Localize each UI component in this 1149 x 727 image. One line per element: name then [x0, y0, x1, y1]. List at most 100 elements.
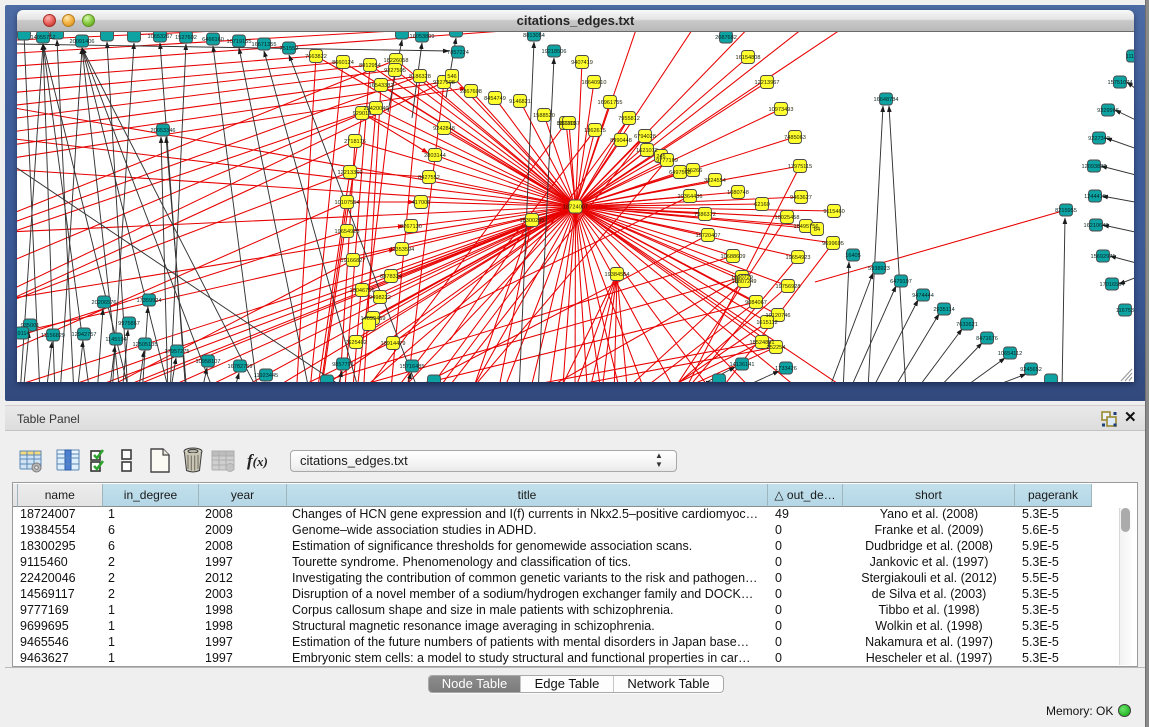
svg-text:9115460: 9115460 [823, 209, 844, 215]
svg-text:6466160: 6466160 [202, 37, 224, 43]
svg-text:16648784: 16648784 [874, 97, 899, 103]
svg-text:12213369: 12213369 [338, 170, 363, 176]
svg-text:12093832: 12093832 [1082, 164, 1107, 170]
svg-text:8912954: 8912954 [359, 63, 381, 69]
svg-text:1621072: 1621072 [636, 148, 658, 154]
svg-text:16671355: 16671355 [252, 42, 277, 48]
svg-text:14136141: 14136141 [730, 362, 755, 368]
svg-text:17016504: 17016504 [1100, 282, 1125, 288]
svg-text:6794028: 6794028 [634, 134, 656, 140]
svg-text:1615112: 1615112 [756, 320, 777, 326]
svg-text:10653267: 10653267 [148, 34, 173, 40]
svg-text:9975867: 9975867 [118, 321, 140, 327]
svg-text:11353594: 11353594 [390, 247, 414, 253]
svg-text:9327505: 9327505 [384, 68, 406, 74]
svg-text:19384554: 19384554 [605, 272, 630, 278]
svg-text:8186328: 8186328 [409, 74, 431, 80]
svg-text:7485063: 7485063 [784, 135, 806, 141]
svg-text:8267130: 8267130 [400, 224, 422, 230]
svg-text:12213967: 12213967 [755, 80, 780, 86]
svg-text:62160: 62160 [754, 202, 770, 208]
svg-text:16154808: 16154808 [736, 55, 761, 61]
svg-text:19756928: 19756928 [776, 284, 801, 290]
svg-text:9857791: 9857791 [332, 362, 354, 368]
svg-text:929012: 929012 [353, 111, 372, 117]
svg-text:9327508: 9327508 [433, 80, 455, 86]
svg-text:16543382: 16543382 [369, 83, 394, 89]
svg-text:15716485: 15716485 [400, 364, 425, 370]
svg-text:16405: 16405 [845, 253, 861, 259]
svg-text:751552: 751552 [280, 46, 299, 52]
svg-text:8427552: 8427552 [418, 175, 440, 181]
svg-text:7857224: 7857224 [447, 50, 469, 56]
svg-text:9407419: 9407419 [571, 60, 593, 66]
svg-text:18807249: 18807249 [732, 279, 757, 285]
svg-text:2087682: 2087682 [715, 35, 737, 41]
svg-text:9245652: 9245652 [1020, 367, 1042, 373]
svg-text:16210643: 16210643 [1084, 223, 1109, 229]
svg-text:2867608: 2867608 [460, 89, 482, 95]
svg-text:20364436: 20364436 [678, 194, 703, 200]
svg-text:9242848: 9242848 [433, 126, 455, 132]
svg-text:39114: 39114 [17, 331, 30, 337]
svg-text:9227342: 9227342 [1088, 136, 1110, 142]
svg-text:15751074: 15751074 [1108, 80, 1133, 86]
svg-text:1527602: 1527602 [175, 35, 197, 41]
svg-text:8454749: 8454749 [484, 96, 506, 102]
svg-text:9463627: 9463627 [790, 195, 812, 201]
svg-text:9498222: 9498222 [369, 295, 391, 301]
svg-text:18226058: 18226058 [384, 58, 409, 64]
svg-text:14099469: 14099469 [361, 316, 386, 322]
svg-text:19166827: 19166827 [341, 258, 366, 264]
svg-text:10120746: 10120746 [766, 313, 791, 319]
svg-text:18300295: 18300295 [520, 218, 545, 224]
svg-text:9474444: 9474444 [912, 293, 934, 299]
svg-text:10719155: 10719155 [227, 39, 252, 45]
svg-text:16782759: 16782759 [228, 364, 253, 370]
svg-text:1080748: 1080748 [727, 190, 749, 196]
svg-text:9084067: 9084067 [745, 300, 767, 306]
svg-text:17359924: 17359924 [137, 298, 162, 304]
svg-text:252254: 252254 [767, 345, 786, 351]
svg-text:8215955: 8215955 [1055, 208, 1077, 214]
svg-text:10654112: 10654112 [998, 351, 1022, 357]
svg-text:2935114: 2935114 [933, 307, 954, 313]
svg-text:10025458: 10025458 [775, 215, 800, 221]
svg-text:1733426: 1733426 [775, 366, 797, 372]
svg-text:20053346: 20053346 [151, 128, 176, 134]
svg-text:3824554: 3824554 [704, 178, 726, 184]
svg-text:84: 84 [814, 227, 820, 233]
svg-text:116753: 116753 [1116, 308, 1134, 314]
svg-text:8471676: 8471676 [976, 336, 998, 342]
svg-text:746266: 746266 [684, 168, 703, 174]
svg-text:10973493: 10973493 [769, 107, 794, 113]
svg-text:1145194: 1145194 [105, 337, 126, 343]
svg-text:15692971: 15692971 [1091, 254, 1116, 260]
svg-text:9699695: 9699695 [822, 241, 844, 247]
svg-text:2803144: 2803144 [424, 153, 446, 159]
svg-text:16961755: 16961755 [598, 100, 623, 106]
svg-text:12942757: 12942757 [72, 332, 97, 338]
svg-text:2718176: 2718176 [344, 139, 366, 145]
svg-text:5938923: 5938923 [868, 266, 890, 272]
svg-text:10046756: 10046756 [350, 288, 375, 294]
svg-text:1244419: 1244419 [1084, 194, 1106, 200]
svg-text:9146821: 9146821 [509, 99, 531, 105]
svg-text:16640910: 16640910 [582, 80, 607, 86]
svg-text:546: 546 [447, 74, 456, 80]
svg-text:7632621: 7632621 [956, 322, 978, 328]
svg-text:17975115: 17975115 [788, 164, 812, 170]
svg-text:10107554: 10107554 [335, 200, 360, 206]
svg-text:1588520: 1588520 [533, 113, 555, 119]
svg-text:6479197: 6479197 [890, 279, 912, 285]
svg-text:20091406: 20091406 [70, 39, 95, 45]
svg-text:417006: 417006 [412, 200, 431, 206]
svg-text:7663822: 7663822 [305, 54, 327, 60]
svg-text:7625402: 7625402 [345, 340, 367, 346]
svg-text:10958107: 10958107 [196, 359, 221, 365]
svg-text:11923445: 11923445 [254, 373, 278, 379]
svg-text:8990448: 8990448 [610, 138, 632, 144]
svg-text:7386372: 7386372 [694, 212, 716, 218]
svg-text:9329966: 9329966 [1097, 108, 1119, 114]
svg-text:9777169: 9777169 [656, 158, 678, 164]
